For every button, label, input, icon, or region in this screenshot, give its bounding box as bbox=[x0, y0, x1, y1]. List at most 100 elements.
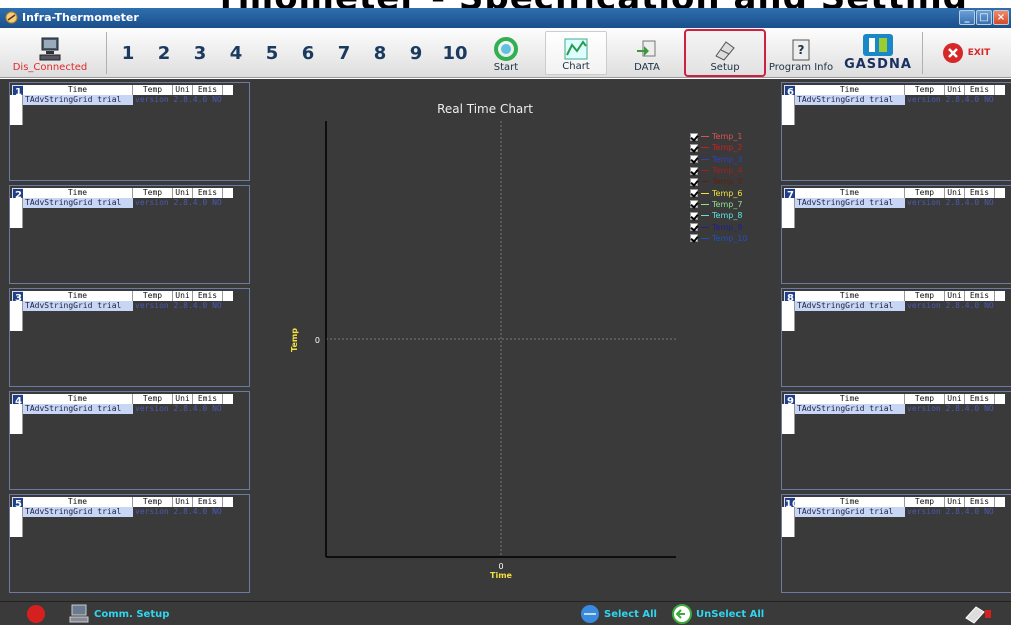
grid-header-emis[interactable]: Emis bbox=[193, 497, 223, 507]
legend-item[interactable]: Temp_1 bbox=[690, 131, 748, 142]
grid-header-time[interactable]: Time bbox=[23, 497, 133, 507]
grid-header-temp[interactable]: Temp bbox=[905, 394, 945, 404]
legend-checkbox[interactable] bbox=[690, 155, 698, 164]
comm-setup-button[interactable]: Comm. Setup bbox=[68, 604, 169, 624]
data-grid[interactable]: Time Temp Uni Emis TAdvStringGrid trial versi… bbox=[23, 291, 233, 331]
grid-header-uni[interactable]: Uni bbox=[173, 188, 193, 198]
start-button[interactable]: Start bbox=[476, 31, 536, 75]
grid-row[interactable]: TAdvStringGrid trial version 2.8.4.0 NO bbox=[23, 404, 233, 414]
legend-checkbox[interactable] bbox=[690, 234, 698, 243]
data-button[interactable]: DATA bbox=[617, 31, 677, 75]
legend-checkbox[interactable] bbox=[690, 132, 698, 141]
connection-status-button[interactable]: Dis_Connected bbox=[4, 31, 96, 75]
channel-button-10[interactable]: 10 bbox=[437, 36, 473, 72]
grid-header-uni[interactable]: Uni bbox=[945, 291, 965, 301]
grid-row[interactable]: TAdvStringGrid trial version 2.8.4.0 NO bbox=[23, 95, 233, 105]
grid-header-temp[interactable]: Temp bbox=[133, 85, 173, 95]
grid-header-emis[interactable]: Emis bbox=[965, 85, 995, 95]
channel-button-9[interactable]: 9 bbox=[398, 36, 434, 72]
grid-header-emis[interactable]: Emis bbox=[193, 188, 223, 198]
data-grid[interactable]: Time Temp Uni Emis TAdvStringGrid trial versi… bbox=[23, 188, 233, 228]
data-grid[interactable]: Time Temp Uni Emis TAdvStringGrid trial versi… bbox=[795, 394, 1005, 434]
data-grid[interactable]: Time Temp Uni Emis TAdvStringGrid trial versi… bbox=[795, 497, 1005, 537]
grid-header-time[interactable]: Time bbox=[795, 394, 905, 404]
legend-item[interactable]: Temp_2 bbox=[690, 142, 748, 153]
grid-row[interactable]: TAdvStringGrid trial version 2.8.4.0 NO bbox=[23, 198, 233, 208]
legend-checkbox[interactable] bbox=[690, 166, 698, 175]
grid-header-temp[interactable]: Temp bbox=[905, 188, 945, 198]
grid-header-time[interactable]: Time bbox=[795, 188, 905, 198]
grid-header-uni[interactable]: Uni bbox=[173, 85, 193, 95]
grid-row[interactable]: TAdvStringGrid trial version 2.8.4.0 NO bbox=[23, 507, 233, 517]
program-info-button[interactable]: ? Program Info bbox=[769, 31, 833, 75]
grid-header-time[interactable]: Time bbox=[795, 85, 905, 95]
grid-header-emis[interactable]: Emis bbox=[193, 85, 223, 95]
legend-item[interactable]: Temp_5 bbox=[690, 176, 748, 187]
grid-row[interactable]: TAdvStringGrid trial version 2.8.4.0 NO bbox=[795, 507, 1005, 517]
legend-checkbox[interactable] bbox=[690, 200, 698, 209]
grid-header-uni[interactable]: Uni bbox=[945, 497, 965, 507]
grid-row[interactable]: TAdvStringGrid trial version 2.8.4.0 NO bbox=[795, 404, 1005, 414]
grid-header-emis[interactable]: Emis bbox=[965, 394, 995, 404]
grid-header-uni[interactable]: Uni bbox=[945, 85, 965, 95]
data-grid[interactable]: Time Temp Uni Emis TAdvStringGrid trial versi… bbox=[23, 497, 233, 537]
chart-button[interactable]: Chart bbox=[545, 31, 607, 75]
legend-item[interactable]: Temp_3 bbox=[690, 154, 748, 165]
legend-checkbox[interactable] bbox=[690, 177, 698, 186]
legend-checkbox[interactable] bbox=[690, 211, 698, 220]
setup-button[interactable]: Setup bbox=[684, 29, 766, 77]
grid-header-time[interactable]: Time bbox=[23, 188, 133, 198]
legend-item[interactable]: Temp_6 bbox=[690, 187, 748, 198]
data-grid[interactable]: Time Temp Uni Emis TAdvStringGrid trial versi… bbox=[23, 394, 233, 434]
legend-item[interactable]: Temp_10 bbox=[690, 233, 748, 244]
data-grid[interactable]: Time Temp Uni Emis TAdvStringGrid trial versi… bbox=[795, 188, 1005, 228]
grid-header-emis[interactable]: Emis bbox=[193, 394, 223, 404]
grid-header-temp[interactable]: Temp bbox=[133, 291, 173, 301]
legend-item[interactable]: Temp_9 bbox=[690, 221, 748, 232]
grid-header-uni[interactable]: Uni bbox=[173, 291, 193, 301]
select-all-button[interactable]: Select All bbox=[580, 604, 657, 624]
legend-item[interactable]: Temp_8 bbox=[690, 210, 748, 221]
channel-button-6[interactable]: 6 bbox=[290, 36, 326, 72]
grid-header-emis[interactable]: Emis bbox=[965, 291, 995, 301]
grid-header-uni[interactable]: Uni bbox=[173, 497, 193, 507]
unselect-all-button[interactable]: UnSelect All bbox=[672, 604, 764, 624]
grid-row[interactable]: TAdvStringGrid trial version 2.8.4.0 NO bbox=[23, 301, 233, 311]
legend-checkbox[interactable] bbox=[690, 189, 698, 198]
exit-button[interactable]: EXIT bbox=[928, 31, 1004, 75]
channel-button-7[interactable]: 7 bbox=[326, 36, 362, 72]
grid-row[interactable]: TAdvStringGrid trial version 2.8.4.0 NO bbox=[795, 95, 1005, 105]
data-grid[interactable]: Time Temp Uni Emis TAdvStringGrid trial versi… bbox=[795, 85, 1005, 125]
legend-checkbox[interactable] bbox=[690, 143, 698, 152]
grid-header-temp[interactable]: Temp bbox=[133, 188, 173, 198]
channel-button-2[interactable]: 2 bbox=[146, 36, 182, 72]
grid-header-emis[interactable]: Emis bbox=[193, 291, 223, 301]
legend-item[interactable]: Temp_7 bbox=[690, 199, 748, 210]
grid-header-uni[interactable]: Uni bbox=[945, 188, 965, 198]
channel-button-5[interactable]: 5 bbox=[254, 36, 290, 72]
grid-header-temp[interactable]: Temp bbox=[905, 497, 945, 507]
grid-header-temp[interactable]: Temp bbox=[905, 85, 945, 95]
grid-header-emis[interactable]: Emis bbox=[965, 497, 995, 507]
legend-item[interactable]: Temp_4 bbox=[690, 165, 748, 176]
maximize-button[interactable]: □ bbox=[976, 10, 992, 25]
data-grid[interactable]: Time Temp Uni Emis TAdvStringGrid trial versi… bbox=[795, 291, 1005, 331]
grid-header-uni[interactable]: Uni bbox=[173, 394, 193, 404]
grid-header-time[interactable]: Time bbox=[23, 291, 133, 301]
legend-checkbox[interactable] bbox=[690, 223, 698, 232]
channel-button-1[interactable]: 1 bbox=[110, 36, 146, 72]
grid-row[interactable]: TAdvStringGrid trial version 2.8.4.0 NO bbox=[795, 198, 1005, 208]
grid-header-uni[interactable]: Uni bbox=[945, 394, 965, 404]
grid-header-time[interactable]: Time bbox=[23, 85, 133, 95]
grid-header-temp[interactable]: Temp bbox=[905, 291, 945, 301]
close-button[interactable]: × bbox=[993, 10, 1009, 25]
setup-shortcut-button[interactable] bbox=[964, 604, 992, 624]
grid-header-temp[interactable]: Temp bbox=[133, 497, 173, 507]
data-grid[interactable]: Time Temp Uni Emis TAdvStringGrid trial versi… bbox=[23, 85, 233, 125]
channel-button-8[interactable]: 8 bbox=[362, 36, 398, 72]
grid-header-time[interactable]: Time bbox=[795, 291, 905, 301]
grid-header-emis[interactable]: Emis bbox=[965, 188, 995, 198]
minimize-button[interactable]: _ bbox=[959, 10, 975, 25]
record-indicator[interactable] bbox=[26, 604, 46, 624]
grid-row[interactable]: TAdvStringGrid trial version 2.8.4.0 NO bbox=[795, 301, 1005, 311]
